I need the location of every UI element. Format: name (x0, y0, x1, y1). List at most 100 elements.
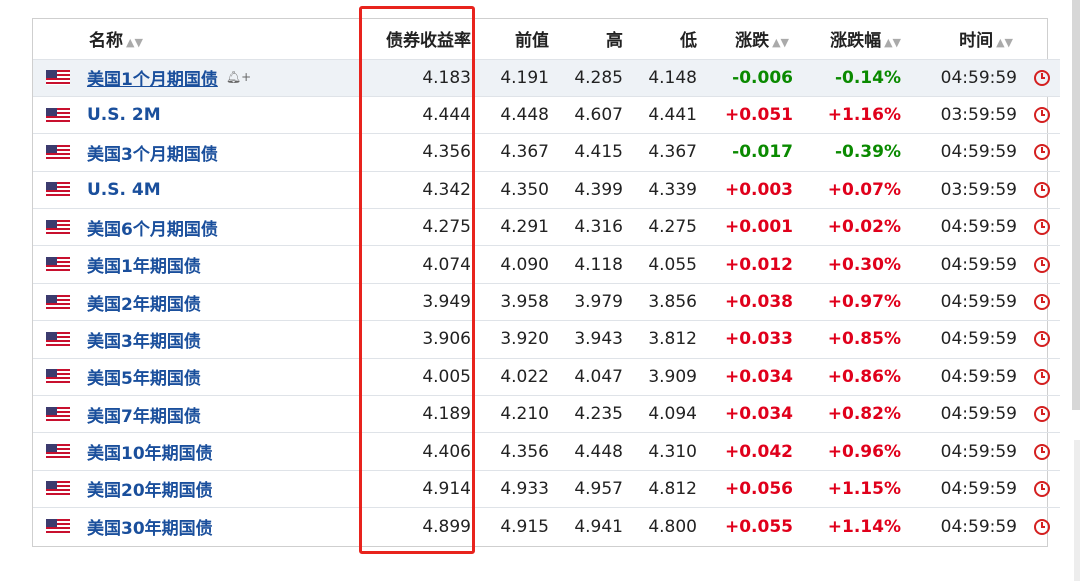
bond-name-link[interactable]: 美国3个月期国债 (87, 145, 218, 165)
yield-cell: 4.005 (422, 366, 471, 387)
table-row: 美国30年期国债 4.899 4.915 4.941 4.800 +0.055 … (33, 507, 1060, 545)
change-pct-cell: +1.16% (827, 105, 901, 126)
clock-icon[interactable] (1034, 219, 1050, 236)
clock-icon[interactable] (1034, 443, 1050, 460)
clock-icon[interactable] (1034, 518, 1050, 535)
bond-yield-table: 名称 ▲▼ 债券收益率 前值 高 低 涨跌 ▲▼ 涨跌幅 ▲▼ 时间 ▲▼ 美国1个月期… (33, 19, 1060, 545)
sort-arrows-icon[interactable]: ▲▼ (996, 36, 1013, 49)
low-cell: 4.055 (648, 254, 697, 275)
us-flag-icon (46, 219, 70, 235)
yield-cell: 4.342 (422, 179, 471, 200)
clock-cell (1017, 171, 1060, 208)
bell-plus-icon[interactable]: 🔔︎+ (226, 70, 251, 84)
low-cell: 4.148 (648, 67, 697, 88)
flag-cell (33, 59, 83, 96)
table-row: 美国3年期国债 3.906 3.920 3.943 3.812 +0.033 +… (33, 320, 1060, 358)
prev-cell: 4.367 (500, 142, 549, 163)
clock-cell (1017, 396, 1060, 433)
flag-cell (33, 433, 83, 470)
clock-cell (1017, 134, 1060, 171)
name-cell: 美国2年期国债 (83, 283, 367, 320)
clock-cell (1017, 321, 1060, 358)
clock-icon[interactable] (1034, 480, 1050, 497)
us-flag-icon (46, 369, 70, 385)
clock-icon[interactable] (1034, 406, 1050, 423)
clock-cell (1017, 283, 1060, 320)
change-cell: +0.034 (724, 366, 793, 387)
time-cell: 04:59:59 (940, 67, 1017, 88)
flag-cell (33, 209, 83, 246)
clock-icon[interactable] (1034, 368, 1050, 385)
change-cell: +0.012 (724, 254, 793, 275)
clock-cell (1017, 508, 1060, 545)
low-cell: 3.909 (648, 366, 697, 387)
clock-icon[interactable] (1034, 181, 1050, 198)
header-prev-label: 前值 (515, 31, 549, 52)
clock-cell (1017, 433, 1060, 470)
sort-arrows-icon[interactable]: ▲▼ (126, 36, 143, 49)
clock-icon[interactable] (1034, 69, 1050, 86)
us-flag-icon (46, 519, 70, 535)
clock-icon[interactable] (1034, 144, 1050, 161)
header-change[interactable]: 涨跌 ▲▼ (697, 19, 795, 59)
bond-name-link[interactable]: 美国2年期国债 (87, 295, 201, 315)
table-row: 美国5年期国债 4.005 4.022 4.047 3.909 +0.034 +… (33, 358, 1060, 395)
sort-arrows-icon[interactable]: ▲▼ (772, 36, 789, 49)
time-cell: 04:59:59 (940, 366, 1017, 387)
bond-name-link[interactable]: 美国6个月期国债 (87, 220, 218, 240)
change-cell: +0.055 (724, 516, 793, 537)
low-cell: 4.339 (648, 179, 697, 200)
yield-cell: 3.949 (422, 292, 471, 313)
bond-name-link[interactable]: 美国1个月期国债 (87, 70, 218, 90)
high-cell: 3.943 (574, 329, 623, 350)
bond-name-link[interactable]: 美国20年期国债 (87, 481, 213, 501)
prev-cell: 4.191 (500, 67, 549, 88)
change-pct-cell: +0.30% (827, 254, 901, 275)
sort-arrows-icon[interactable]: ▲▼ (884, 36, 901, 49)
table-row: 美国1年期国债 4.074 4.090 4.118 4.055 +0.012 +… (33, 245, 1060, 283)
header-change-pct[interactable]: 涨跌幅 ▲▼ (795, 19, 901, 59)
bond-name-link[interactable]: U.S. 2M (87, 105, 161, 125)
low-cell: 4.800 (648, 516, 697, 537)
name-cell: 美国3年期国债 (83, 321, 367, 358)
name-cell: 美国7年期国债 (83, 396, 367, 433)
bond-name-link[interactable]: U.S. 4M (87, 180, 161, 200)
change-cell: +0.003 (724, 179, 793, 200)
bond-name-link[interactable]: 美国3年期国债 (87, 332, 201, 352)
high-cell: 4.415 (574, 142, 623, 163)
prev-cell: 4.090 (500, 254, 549, 275)
high-cell: 4.118 (574, 254, 623, 275)
prev-cell: 4.448 (500, 105, 549, 126)
bond-name-link[interactable]: 美国5年期国债 (87, 369, 201, 389)
low-cell: 3.812 (648, 329, 697, 350)
header-flag (33, 19, 83, 59)
header-prev: 前值 (475, 19, 549, 59)
clock-icon[interactable] (1034, 331, 1050, 348)
bond-name-link[interactable]: 美国1年期国债 (87, 257, 201, 277)
change-cell: +0.001 (724, 217, 793, 238)
header-change-pct-label: 涨跌幅 (830, 31, 882, 52)
scrollbar-edge (1072, 0, 1080, 410)
header-name[interactable]: 名称 ▲▼ (83, 19, 367, 59)
bond-name-link[interactable]: 美国30年期国债 (87, 519, 213, 539)
bond-name-link[interactable]: 美国7年期国债 (87, 407, 201, 427)
header-clock (1017, 19, 1060, 59)
yield-cell: 4.275 (422, 217, 471, 238)
table-row: U.S. 2M 4.444 4.448 4.607 4.441 +0.051 +… (33, 96, 1060, 133)
us-flag-icon (46, 144, 70, 160)
flag-cell (33, 358, 83, 395)
clock-icon[interactable] (1034, 256, 1050, 273)
time-cell: 03:59:59 (940, 179, 1017, 200)
bond-name-link[interactable]: 美国10年期国债 (87, 444, 213, 464)
header-time[interactable]: 时间 ▲▼ (901, 19, 1017, 59)
change-pct-cell: -0.14% (834, 67, 901, 88)
yield-cell: 3.906 (422, 329, 471, 350)
change-cell: +0.034 (724, 404, 793, 425)
time-cell: 04:59:59 (940, 217, 1017, 238)
prev-cell: 4.915 (500, 516, 549, 537)
clock-icon[interactable] (1034, 294, 1050, 311)
header-low-label: 低 (680, 31, 697, 52)
header-row: 名称 ▲▼ 债券收益率 前值 高 低 涨跌 ▲▼ 涨跌幅 ▲▼ 时间 ▲▼ (33, 19, 1060, 59)
clock-icon[interactable] (1034, 107, 1050, 124)
low-cell: 3.856 (648, 292, 697, 313)
